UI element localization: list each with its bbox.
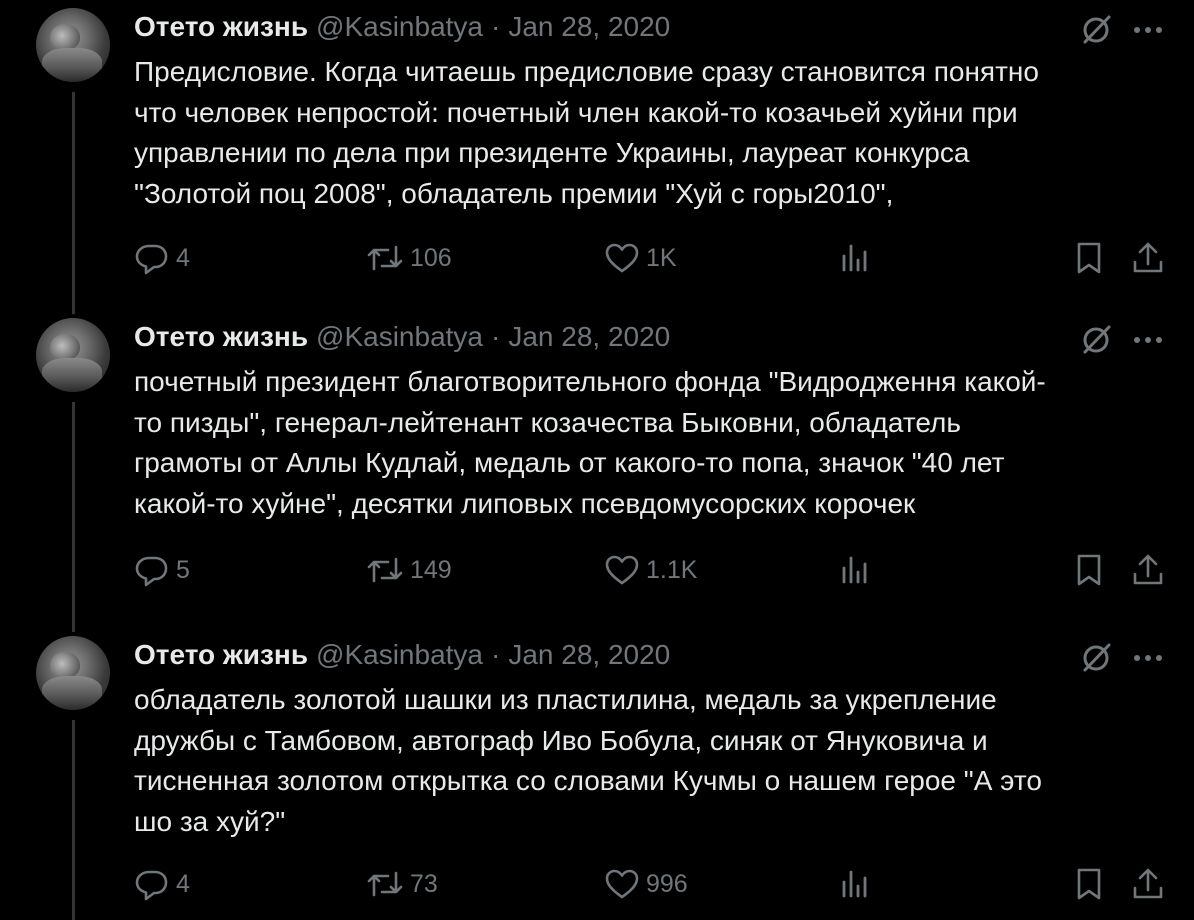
author-name[interactable]: Отето жизнь bbox=[134, 321, 308, 353]
repost-icon bbox=[367, 871, 403, 897]
views-icon bbox=[842, 870, 867, 898]
tweet-text: Предисловие. Когда читаешь предисловие с… bbox=[134, 56, 1039, 209]
views-button[interactable] bbox=[838, 864, 872, 904]
tweet-actions: 4 73 996 bbox=[0, 864, 1194, 904]
repost-count: 73 bbox=[410, 869, 438, 898]
tweet[interactable]: Отето жизнь @Kasinbatya · Jan 28, 2020 П… bbox=[0, 0, 1194, 314]
views-button[interactable] bbox=[838, 238, 872, 278]
tweet-text: почетный президент благотворительного фо… bbox=[134, 366, 1046, 519]
tweet-header: Отето жизнь @Kasinbatya · Jan 28, 2020 bbox=[134, 10, 670, 44]
repost-button[interactable]: 73 bbox=[366, 864, 438, 904]
reply-count: 5 bbox=[176, 555, 190, 584]
like-count: 1.1K bbox=[646, 555, 698, 584]
views-icon bbox=[842, 556, 867, 584]
tweet-header: Отето жизнь @Kasinbatya · Jan 28, 2020 bbox=[134, 638, 670, 672]
like-button[interactable]: 1K bbox=[604, 238, 677, 278]
like-count: 1K bbox=[646, 243, 677, 272]
share-button[interactable] bbox=[1130, 864, 1166, 904]
separator-dot: · bbox=[491, 639, 501, 670]
tweet-header: Отето жизнь @Kasinbatya · Jan 28, 2020 bbox=[134, 320, 670, 354]
repost-count: 106 bbox=[410, 243, 452, 272]
heart-icon bbox=[605, 243, 639, 273]
thread-connector-line bbox=[72, 402, 75, 632]
tweet-actions: 5 149 1.1K bbox=[0, 550, 1194, 590]
heart-icon bbox=[605, 555, 639, 585]
author-handle[interactable]: @Kasinbatya bbox=[316, 321, 483, 353]
repost-count: 149 bbox=[410, 555, 452, 584]
bookmark-button[interactable] bbox=[1072, 864, 1106, 904]
reply-icon bbox=[135, 556, 168, 587]
share-button[interactable] bbox=[1130, 550, 1166, 590]
share-icon bbox=[1133, 868, 1163, 899]
reply-count: 4 bbox=[176, 869, 190, 898]
share-icon bbox=[1133, 554, 1163, 585]
avatar[interactable] bbox=[36, 8, 110, 82]
share-button[interactable] bbox=[1130, 238, 1166, 278]
bookmark-icon bbox=[1077, 242, 1101, 274]
reply-button[interactable]: 4 bbox=[134, 864, 190, 904]
avatar[interactable] bbox=[36, 318, 110, 392]
like-count: 996 bbox=[646, 869, 688, 898]
avatar[interactable] bbox=[36, 636, 110, 710]
repost-icon bbox=[367, 245, 403, 271]
author-handle[interactable]: @Kasinbatya bbox=[316, 11, 483, 43]
grok-icon[interactable] bbox=[1079, 323, 1113, 357]
grok-icon[interactable] bbox=[1079, 13, 1113, 47]
bookmark-button[interactable] bbox=[1072, 550, 1106, 590]
repost-button[interactable]: 106 bbox=[366, 238, 452, 278]
tweet-thread: Отето жизнь @Kasinbatya · Jan 28, 2020 П… bbox=[0, 0, 1194, 920]
reply-icon bbox=[135, 870, 168, 901]
views-button[interactable] bbox=[838, 550, 872, 590]
heart-icon bbox=[605, 869, 639, 899]
tweet-date[interactable]: Jan 28, 2020 bbox=[508, 11, 670, 43]
repost-icon bbox=[367, 557, 403, 583]
like-button[interactable]: 996 bbox=[604, 864, 688, 904]
tweet-date[interactable]: Jan 28, 2020 bbox=[508, 639, 670, 671]
bookmark-icon bbox=[1077, 554, 1101, 586]
like-button[interactable]: 1.1K bbox=[604, 550, 697, 590]
separator-dot: · bbox=[491, 321, 501, 352]
more-icon[interactable] bbox=[1129, 323, 1167, 357]
views-icon bbox=[842, 244, 867, 272]
tweet[interactable]: Отето жизнь @Kasinbatya · Jan 28, 2020 о… bbox=[0, 628, 1194, 920]
share-icon bbox=[1133, 242, 1163, 273]
reply-icon bbox=[135, 244, 168, 275]
repost-button[interactable]: 149 bbox=[366, 550, 452, 590]
grok-icon[interactable] bbox=[1079, 641, 1113, 675]
tweet[interactable]: Отето жизнь @Kasinbatya · Jan 28, 2020 п… bbox=[0, 310, 1194, 632]
author-handle[interactable]: @Kasinbatya bbox=[316, 639, 483, 671]
more-icon[interactable] bbox=[1129, 641, 1167, 675]
reply-button[interactable]: 4 bbox=[134, 238, 190, 278]
author-name[interactable]: Отето жизнь bbox=[134, 639, 308, 671]
tweet-text: обладатель золотой шашки из пластилина, … bbox=[134, 684, 1042, 837]
bookmark-button[interactable] bbox=[1072, 238, 1106, 278]
more-icon[interactable] bbox=[1129, 13, 1167, 47]
bookmark-icon bbox=[1077, 868, 1101, 900]
separator-dot: · bbox=[491, 11, 501, 42]
author-name[interactable]: Отето жизнь bbox=[134, 11, 308, 43]
reply-count: 4 bbox=[176, 243, 190, 272]
thread-connector-line bbox=[72, 92, 75, 314]
reply-button[interactable]: 5 bbox=[134, 550, 190, 590]
tweet-actions: 4 106 1K bbox=[0, 238, 1194, 278]
tweet-date[interactable]: Jan 28, 2020 bbox=[508, 321, 670, 353]
